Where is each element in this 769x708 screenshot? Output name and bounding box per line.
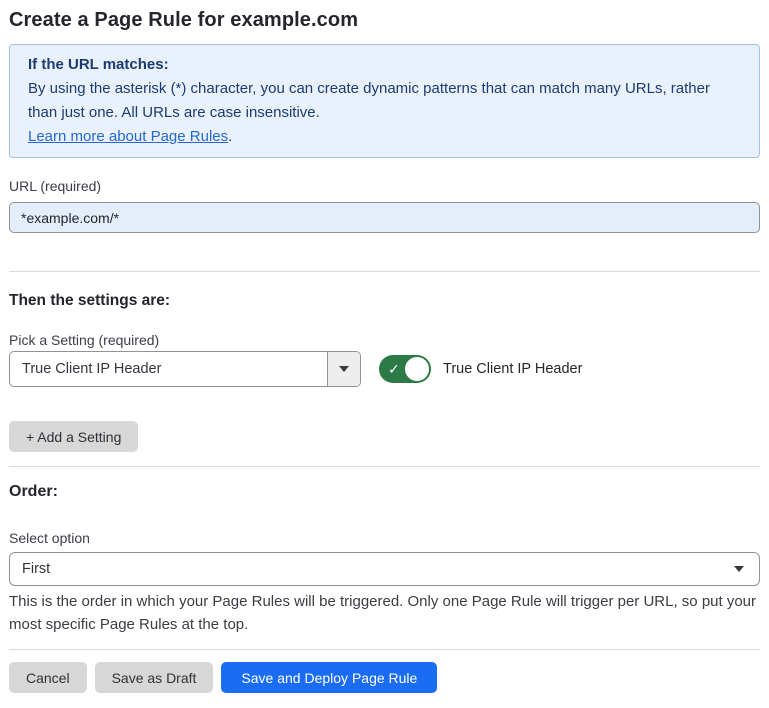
save-and-deploy-button[interactable]: Save and Deploy Page Rule [221, 662, 437, 693]
setting-toggle-group: ✓ True Client IP Header [379, 355, 582, 383]
cancel-button[interactable]: Cancel [9, 662, 87, 693]
chevron-down-icon [339, 366, 349, 372]
settings-section-heading: Then the settings are: [9, 292, 760, 310]
check-icon: ✓ [388, 362, 400, 376]
order-select-value: First [22, 561, 50, 577]
learn-more-link[interactable]: Learn more about Page Rules [28, 128, 228, 145]
url-input[interactable] [9, 202, 760, 233]
order-section-heading: Order: [9, 482, 760, 501]
setting-row: True Client IP Header ✓ True Client IP H… [9, 351, 760, 387]
toggle-knob [405, 357, 429, 381]
url-field-label: URL (required) [9, 178, 760, 194]
chevron-down-icon [734, 566, 744, 572]
pick-setting-label: Pick a Setting (required) [9, 332, 760, 348]
info-box-body: By using the asterisk (*) character, you… [28, 77, 741, 125]
order-help-text: This is the order in which your Page Rul… [9, 590, 760, 636]
order-select-label: Select option [9, 530, 760, 546]
footer-buttons: Cancel Save as Draft Save and Deploy Pag… [9, 662, 760, 693]
add-setting-button[interactable]: + Add a Setting [9, 421, 138, 452]
page-title: Create a Page Rule for example.com [9, 8, 760, 32]
create-page-rule-panel: Create a Page Rule for example.com If th… [0, 0, 769, 707]
setting-toggle-label: True Client IP Header [443, 361, 582, 377]
setting-select[interactable]: True Client IP Header [9, 351, 361, 387]
order-select[interactable]: First [9, 552, 760, 586]
url-match-info-box: If the URL matches: By using the asteris… [9, 44, 760, 158]
info-box-link-line: Learn more about Page Rules. [28, 125, 741, 149]
link-period: . [228, 128, 232, 145]
divider [9, 271, 760, 272]
dropdown-button[interactable] [327, 352, 360, 386]
save-as-draft-button[interactable]: Save as Draft [95, 662, 214, 693]
setting-toggle[interactable]: ✓ [379, 355, 431, 383]
info-box-heading: If the URL matches: [28, 53, 741, 77]
divider [9, 466, 760, 467]
divider [9, 649, 760, 650]
setting-select-value: True Client IP Header [10, 352, 327, 386]
info-box-text: By using the asterisk (*) character, you… [28, 80, 710, 121]
